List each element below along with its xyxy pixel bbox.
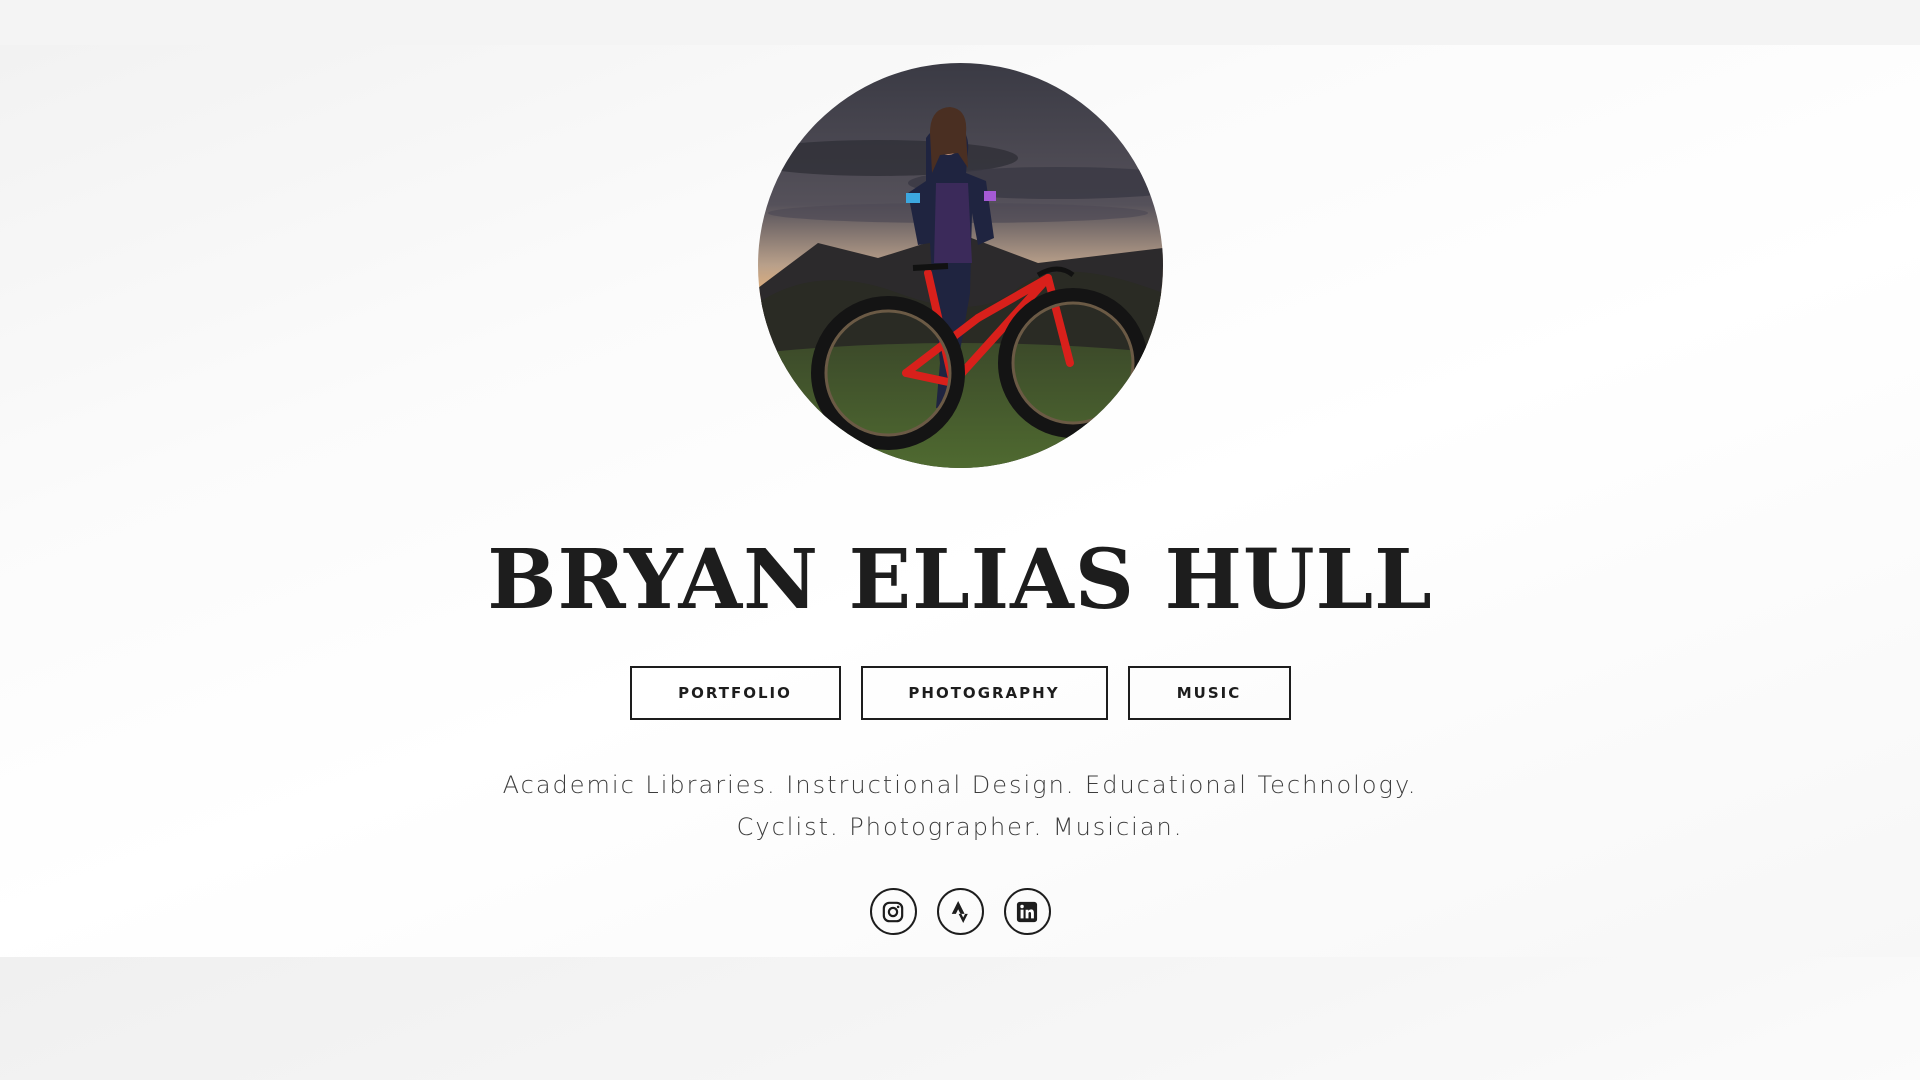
footer-area [0, 957, 1920, 1080]
instagram-link[interactable] [869, 888, 917, 935]
strava-icon [951, 900, 968, 923]
linkedin-link[interactable] [1003, 888, 1051, 935]
music-button[interactable]: MUSIC [1127, 666, 1291, 720]
top-bar [0, 0, 1920, 45]
social-links [0, 888, 1920, 935]
tagline-line-1: Academic Libraries. Instructional Design… [502, 771, 1418, 799]
linkedin-icon [1016, 901, 1038, 922]
page-title: BRYAN ELIAS HULL [0, 530, 1920, 630]
portfolio-button[interactable]: PORTFOLIO [629, 666, 841, 720]
nav-buttons: PORTFOLIO PHOTOGRAPHY MUSIC [0, 666, 1920, 720]
name-rest: ELIAS HULL [819, 532, 1433, 628]
tagline: Academic Libraries. Instructional Design… [0, 764, 1920, 848]
name-first: BRYAN [487, 532, 820, 628]
tagline-line-2: Cyclist. Photographer. Musician. [736, 813, 1184, 841]
avatar-photo [758, 63, 1163, 468]
photography-button[interactable]: PHOTOGRAPHY [860, 666, 1108, 720]
strava-link[interactable] [936, 888, 984, 935]
instagram-icon [882, 901, 904, 922]
name-first-underlined: BRYAN [487, 530, 820, 630]
avatar [758, 63, 1163, 468]
